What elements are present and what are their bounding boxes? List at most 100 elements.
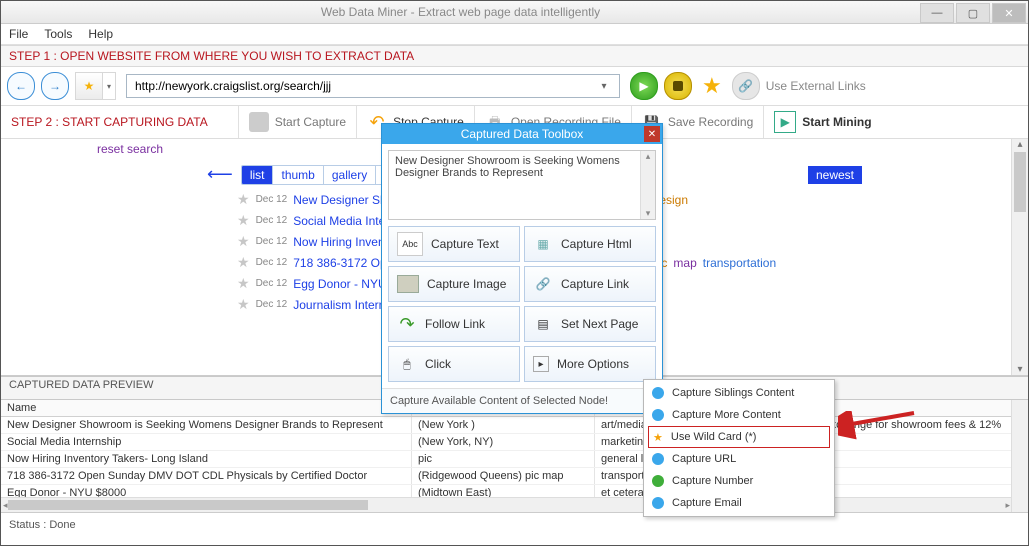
cell: Now Hiring Inventory Takers- Long Island: [1, 451, 412, 467]
favorites-button[interactable]: ★: [75, 72, 103, 100]
dialog-footer: Capture Available Content of Selected No…: [382, 388, 662, 413]
back-arrow-icon[interactable]: ⟵: [207, 164, 233, 185]
favorite-star-icon[interactable]: ★: [237, 212, 250, 229]
favorites-dropdown[interactable]: ▾: [103, 72, 116, 100]
view-mode-segmented: list thumb gallery m: [241, 165, 403, 185]
record-icon: [249, 112, 269, 132]
siblings-icon: [652, 387, 664, 399]
cell: Social Media Internship: [1, 434, 412, 450]
email-icon: [652, 497, 664, 509]
more-options-context-menu: Capture Siblings Content Capture More Co…: [643, 379, 835, 517]
status-text: Status : Done: [9, 519, 76, 531]
table-row[interactable]: 718 386-3172 Open Sunday DMV DOT CDL Phy…: [1, 468, 1028, 485]
cell: pic: [412, 451, 595, 467]
listing-category[interactable]: transportation: [703, 256, 776, 270]
use-external-links-label[interactable]: Use External Links: [766, 79, 866, 93]
favorite-star-icon[interactable]: ★: [237, 191, 250, 208]
mouse-click-icon: 🖱: [397, 354, 417, 374]
go-button[interactable]: ▶: [630, 72, 658, 100]
cell: (New York, NY): [412, 434, 595, 450]
ctx-capture-email[interactable]: Capture Email: [644, 492, 834, 514]
view-gallery[interactable]: gallery: [323, 166, 375, 184]
url-input[interactable]: [133, 78, 595, 94]
click-button[interactable]: 🖱 Click: [388, 346, 520, 382]
cell: New Designer Showroom is Seeking Womens …: [1, 417, 412, 433]
titlebar: Web Data Miner - Extract web page data i…: [1, 1, 1028, 24]
ctx-capture-more-content[interactable]: Capture More Content: [644, 404, 834, 426]
capture-link-button[interactable]: 🔗 Capture Link: [524, 266, 656, 302]
cell: (New York ): [412, 417, 595, 433]
more-options-button[interactable]: ▸ More Options: [524, 346, 656, 382]
maximize-button[interactable]: ▢: [956, 3, 990, 23]
listing-date: Dec 12: [256, 215, 288, 226]
start-capture-label: Start Capture: [275, 115, 346, 129]
vertical-scrollbar[interactable]: [1011, 400, 1028, 512]
arrow-left-icon: ←: [15, 79, 27, 93]
save-recording-label: Save Recording: [668, 115, 753, 129]
column-header[interactable]: Name: [1, 400, 412, 416]
stop-loading-button[interactable]: [664, 72, 692, 100]
status-bar: Status : Done: [1, 512, 1028, 537]
abc-icon: Abc: [397, 232, 423, 256]
ctx-capture-number[interactable]: Capture Number: [644, 470, 834, 492]
arrow-right-icon: →: [49, 79, 61, 93]
table-row[interactable]: New Designer Showroom is Seeking Womens …: [1, 417, 1028, 434]
sort-newest[interactable]: newest: [808, 166, 862, 184]
menu-help[interactable]: Help: [88, 27, 113, 41]
back-button[interactable]: ←: [7, 72, 35, 100]
external-links-icon-button[interactable]: 🔗: [732, 72, 760, 100]
scroll-up-icon[interactable]: ▴: [1017, 139, 1022, 150]
follow-link-button[interactable]: ↷ Follow Link: [388, 306, 520, 342]
set-next-page-button[interactable]: ▤ Set Next Page: [524, 306, 656, 342]
preview-scrollbar[interactable]: ▴▾: [640, 151, 655, 219]
dialog-titlebar[interactable]: Captured Data Toolbox ✕: [382, 124, 662, 144]
table-row[interactable]: Social Media Internship(New York, NY)mar…: [1, 434, 1028, 451]
listing-link[interactable]: Journalism Intern: [293, 298, 385, 312]
ctx-capture-url[interactable]: Capture URL: [644, 448, 834, 470]
dialog-close-button[interactable]: ✕: [644, 126, 660, 142]
link-icon: 🔗: [738, 79, 753, 93]
captured-preview-table: Name New Designer Showroom is Seeking Wo…: [1, 400, 1028, 512]
capture-image-button[interactable]: Capture Image: [388, 266, 520, 302]
follow-arrow-icon: ↷: [397, 314, 417, 334]
navbar: ← → ★ ▾ ▾ ▶ ★ 🔗 Use External Links: [1, 67, 1028, 106]
favorite-star-icon[interactable]: ★: [237, 296, 250, 313]
close-button[interactable]: ✕: [992, 3, 1026, 23]
start-capture-button[interactable]: Start Capture: [238, 106, 356, 138]
menu-tools[interactable]: Tools: [44, 27, 72, 41]
app-window: Web Data Miner - Extract web page data i…: [0, 0, 1029, 546]
star-icon: ★: [84, 79, 95, 93]
favorite-star-icon[interactable]: ★: [237, 254, 250, 271]
captured-data-toolbox-dialog: Captured Data Toolbox ✕ New Designer Sho…: [381, 123, 663, 414]
html-icon: ▦: [533, 234, 553, 254]
capture-text-button[interactable]: Abc Capture Text: [388, 226, 520, 262]
listing-date: Dec 12: [256, 236, 288, 247]
dialog-title-text: Captured Data Toolbox: [461, 127, 584, 141]
view-thumb[interactable]: thumb: [272, 166, 322, 184]
bookmark-star-icon[interactable]: ★: [702, 73, 722, 99]
favorite-star-icon[interactable]: ★: [237, 275, 250, 292]
minimize-button[interactable]: —: [920, 3, 954, 23]
menu-file[interactable]: File: [9, 27, 28, 41]
scroll-down-icon[interactable]: ▾: [1017, 364, 1022, 375]
view-list[interactable]: list: [242, 166, 273, 184]
url-dropdown[interactable]: ▾: [595, 81, 613, 92]
start-mining-label: Start Mining: [802, 115, 871, 129]
table-row[interactable]: Now Hiring Inventory Takers- Long Island…: [1, 451, 1028, 468]
ctx-capture-siblings[interactable]: Capture Siblings Content: [644, 382, 834, 404]
listing-date: Dec 12: [256, 278, 288, 289]
capture-html-button[interactable]: ▦ Capture Html: [524, 226, 656, 262]
cell: (Ridgewood Queens) pic map: [412, 468, 595, 484]
start-mining-button[interactable]: ▶ Start Mining: [763, 106, 881, 138]
more-content-icon: [652, 409, 664, 421]
favorite-star-icon[interactable]: ★: [237, 233, 250, 250]
stop-icon: [673, 81, 683, 91]
listing-date: Dec 12: [256, 257, 288, 268]
step1-label: STEP 1 : OPEN WEBSITE FROM WHERE YOU WIS…: [1, 45, 1028, 67]
map-tag[interactable]: map: [673, 256, 696, 270]
forward-button[interactable]: →: [41, 72, 69, 100]
vertical-scrollbar[interactable]: ▴ ▾: [1011, 139, 1028, 375]
next-page-icon: ▤: [533, 314, 553, 334]
ctx-use-wild-card[interactable]: ★ Use Wild Card (*): [648, 426, 830, 448]
horizontal-scrollbar[interactable]: ◂▸: [1, 497, 1012, 512]
